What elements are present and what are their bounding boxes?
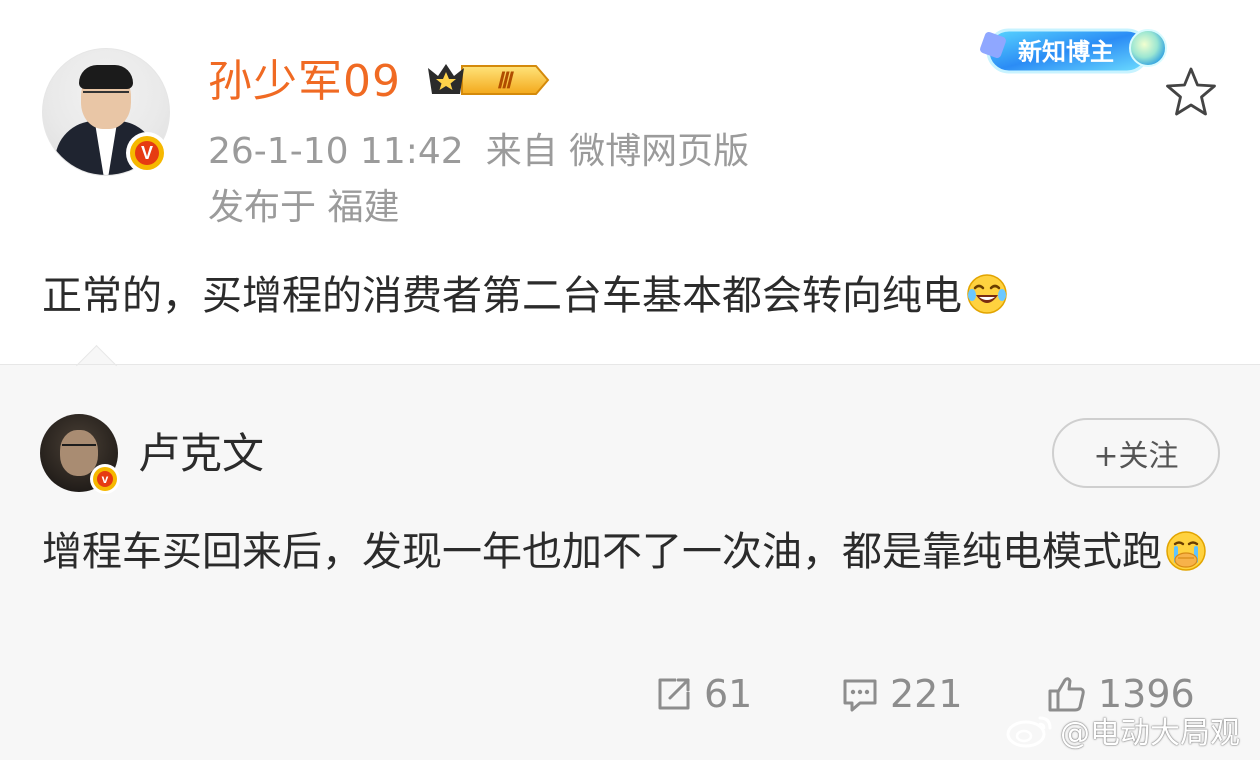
post-meta: 26-1-10 11:42 来自 微博网页版	[208, 130, 749, 174]
vip-crown-badge-icon[interactable]: Ⅲ	[424, 58, 550, 102]
commenter-verified-icon: v	[90, 464, 120, 494]
new-knowledge-blogger-badge-icon[interactable]: 新知博主	[978, 12, 1174, 88]
post-source[interactable]: 来自 微博网页版	[486, 131, 749, 172]
watermark-text: @电动大局观	[1060, 716, 1240, 751]
post-location: 发布于 福建	[208, 187, 400, 228]
repost-button[interactable]: 61	[654, 666, 752, 722]
repost-count: 61	[704, 672, 753, 716]
divider	[0, 364, 1260, 365]
original-post: V 孙少军09 Ⅲ 26-1-10 11:42 来自 微博网页版 发布于 福建	[0, 0, 1260, 365]
crying-covering-mouth-emoji-icon	[1166, 531, 1206, 571]
avatar-hair	[79, 65, 133, 89]
post-timestamp: 26-1-10 11:42	[208, 131, 464, 172]
weibo-logo-icon	[1006, 716, 1052, 748]
comment-body: 增程车买回来后，发现一年也加不了一次油，都是靠纯电模式跑	[42, 522, 1222, 582]
avatar-glasses	[83, 91, 129, 105]
comment-body-text: 增程车买回来后，发现一年也加不了一次油，都是靠纯电模式跑	[42, 529, 1162, 575]
follow-button[interactable]: +关注	[1052, 418, 1220, 488]
svg-text:新知博主: 新知博主	[1018, 38, 1114, 66]
comment-count: 221	[890, 672, 963, 716]
comment-icon	[843, 679, 877, 712]
post-body: 正常的，买增程的消费者第二台车基本都会转向纯电	[42, 268, 1008, 324]
favorite-star-icon[interactable]	[1162, 64, 1220, 122]
commenter-avatar-glasses	[62, 444, 96, 454]
verified-badge-icon: V	[126, 132, 168, 174]
watermark: @电动大局观	[1004, 710, 1240, 751]
laughing-crying-emoji-icon	[967, 274, 1007, 314]
comment-button[interactable]: 221	[840, 666, 963, 722]
commenter-username[interactable]: 卢克文	[138, 426, 264, 482]
repost-icon	[658, 678, 690, 710]
author-username[interactable]: 孙少军09	[208, 52, 401, 112]
post-body-text: 正常的，买增程的消费者第二台车基本都会转向纯电	[42, 273, 962, 319]
